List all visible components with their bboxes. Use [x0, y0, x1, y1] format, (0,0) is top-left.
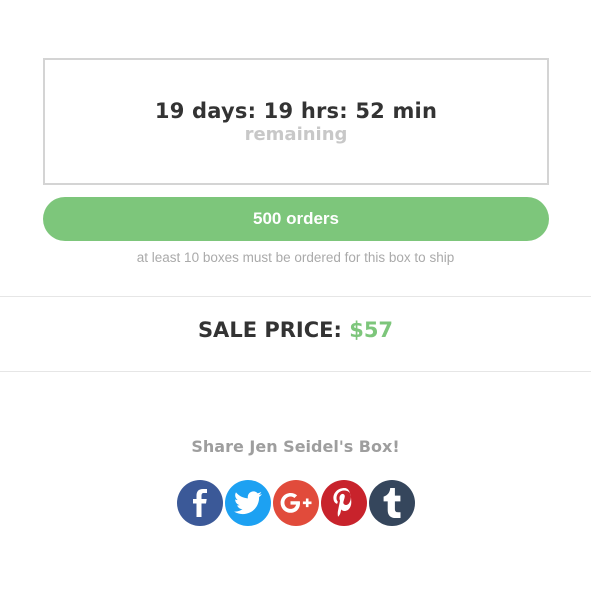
- facebook-share-button[interactable]: [176, 480, 223, 526]
- divider-top: [0, 296, 591, 297]
- ship-requirement-note: at least 10 boxes must be ordered for th…: [136, 250, 455, 265]
- twitter-share-button[interactable]: [224, 480, 271, 526]
- facebook-icon: [192, 489, 207, 517]
- pinterest-icon: [332, 488, 351, 517]
- countdown-time: 19 days: 19 hrs: 52 min: [154, 98, 438, 123]
- orders-progress-bar: 500 orders: [43, 197, 549, 241]
- social-share-buttons: [0, 480, 591, 526]
- tumblr-icon: [383, 488, 400, 518]
- sale-price-row: SALE PRICE: $57: [0, 318, 591, 342]
- twitter-icon: [233, 491, 262, 515]
- sale-price-label: SALE PRICE:: [197, 318, 342, 342]
- pinterest-share-button[interactable]: [320, 480, 367, 526]
- orders-count: 500 orders: [253, 209, 339, 228]
- google-plus-share-button[interactable]: [272, 480, 319, 526]
- divider-bottom: [0, 371, 591, 372]
- tumblr-share-button[interactable]: [368, 480, 415, 526]
- google-plus-icon: [280, 493, 311, 513]
- sale-price-value: $57: [349, 318, 394, 342]
- countdown-remaining-label: remaining: [244, 123, 348, 145]
- countdown-box: 19 days: 19 hrs: 52 min remaining: [43, 58, 549, 185]
- share-title: Share Jen Seidel's Box!: [191, 437, 400, 456]
